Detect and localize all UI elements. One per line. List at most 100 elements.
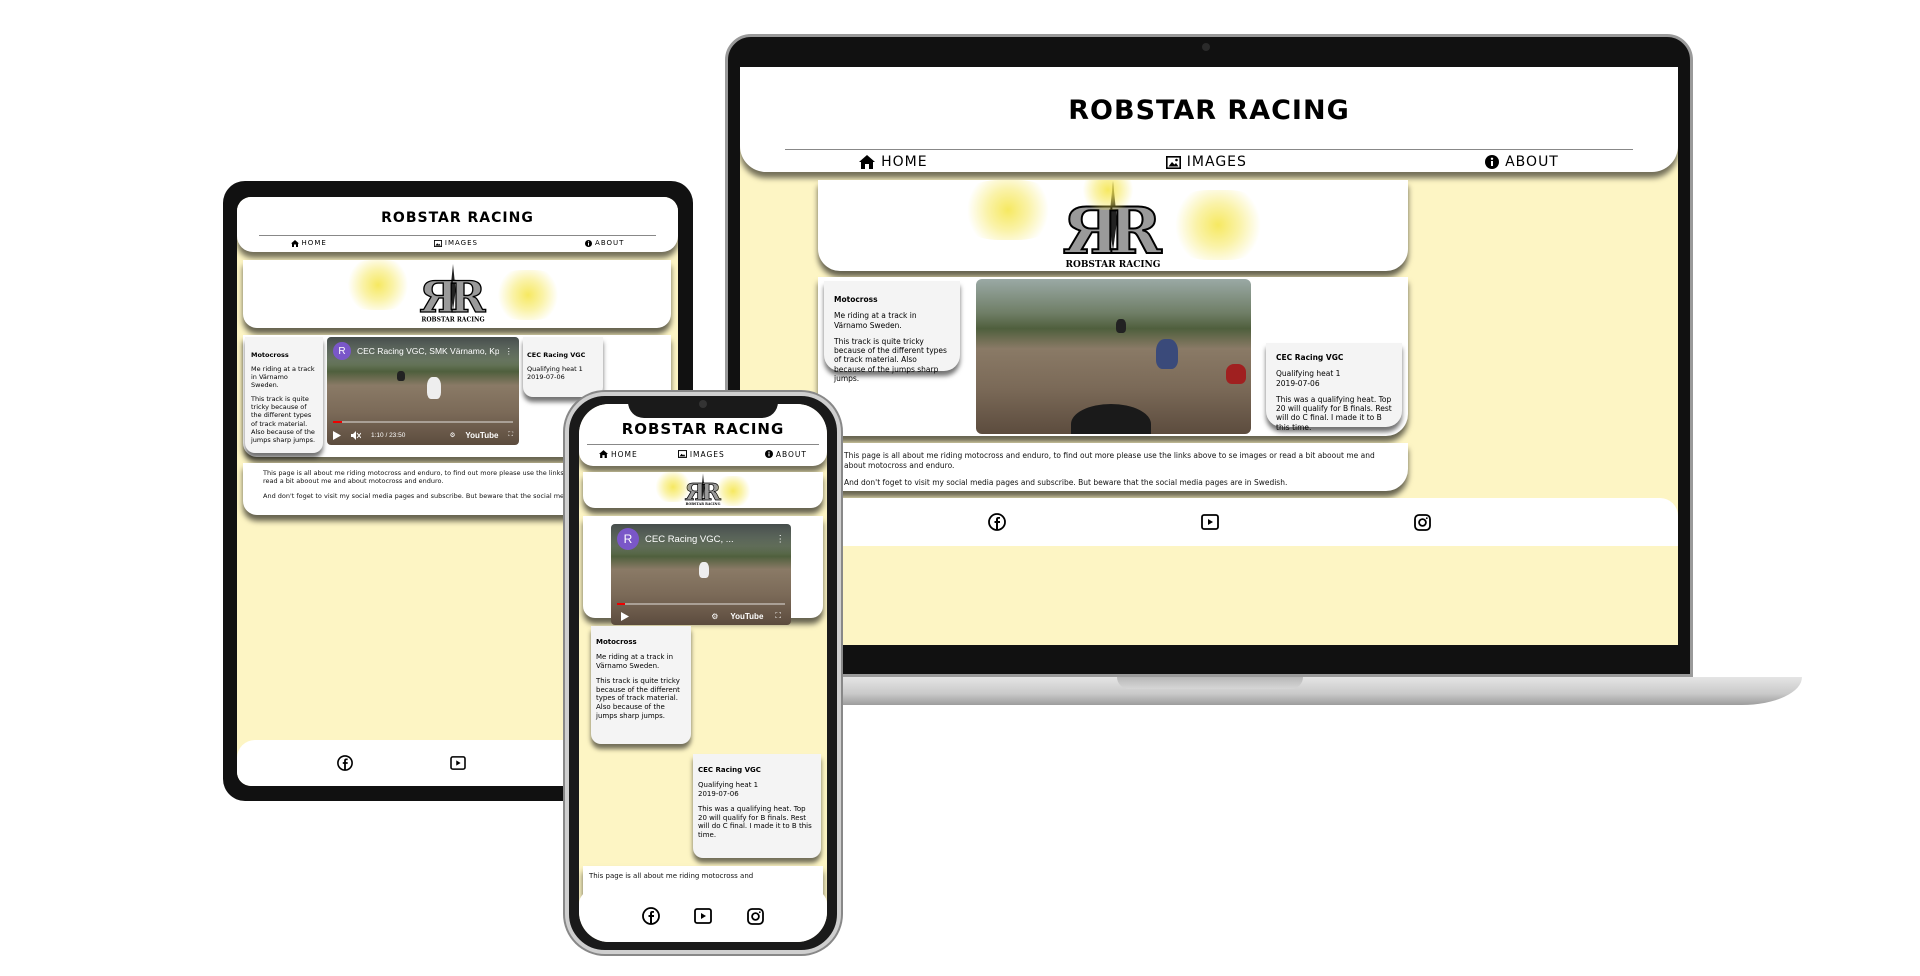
header-divider [587,444,819,445]
nav-home[interactable]: HOME [859,154,927,170]
nav-images-label: IMAGES [444,239,478,247]
facebook-icon[interactable] [642,907,661,925]
race-desc: This was a qualifying heat. Top 20 will … [698,804,812,840]
logo-card: Я R ROBSTAR RACING [818,180,1408,271]
mute-icon[interactable] [351,430,361,440]
video-progress[interactable] [617,603,785,605]
intro-card: This page is all about me riding motocro… [818,443,1408,491]
info-icon [1485,155,1500,169]
instagram-icon[interactable] [1413,513,1431,531]
play-icon[interactable] [333,430,341,440]
header: ROBSTAR RACING HOME IMAGES ABOUT [237,197,678,252]
video-time: 1:10 / 23:50 [371,431,406,439]
nav-images-label: IMAGES [689,449,725,459]
logo-card: Я R ROBSTAR RACING [243,260,671,328]
youtube-video[interactable]: R CEC Racing VGC, SMK Värnamo, Kp... ⋮ 1… [327,337,519,445]
youtube-video[interactable]: R CEC Racing VGC, ... ⋮ ⚙ YouTube ⛶ [611,524,791,625]
svg-text:R: R [450,273,486,323]
youtube-brand[interactable]: YouTube [730,612,763,621]
nav-about[interactable]: ABOUT [585,239,624,247]
video-progress[interactable] [333,421,513,423]
nav-about[interactable]: ABOUT [764,449,807,459]
motocross-p1: Me riding at a track in Värnamo Sweden. [834,311,917,330]
info-icon [585,239,593,247]
facebook-icon[interactable] [987,513,1006,531]
header-divider [259,235,656,236]
facebook-icon[interactable] [337,755,353,771]
image-icon [1165,155,1181,169]
main-nav: HOME IMAGES ABOUT [579,448,827,460]
motocross-title: Motocross [251,351,289,359]
settings-icon[interactable]: ⚙ [450,431,456,439]
svg-text:ROBSTAR RACING: ROBSTAR RACING [421,316,484,323]
intro-p1: This page is all about me riding motocro… [844,451,1375,470]
fullscreen-icon[interactable]: ⛶ [775,611,781,621]
video-title[interactable]: CEC Racing VGC, SMK Värnamo, Kp... [357,346,499,356]
video-title-bar: R CEC Racing VGC, ... ⋮ [611,524,791,554]
motocross-p2: This track is quite tricky because of th… [251,395,316,444]
channel-avatar[interactable]: R [617,528,639,550]
footer [740,498,1678,546]
logo-card: Я R ROBSTAR RACING [583,472,823,508]
race-heat: Qualifying heat 1 [1276,369,1341,379]
nav-images-label: IMAGES [1186,154,1247,170]
motocross-card: Motocross Me riding at a track in Värnam… [245,337,323,453]
content-card: Motocross Me riding at a track in Värnam… [818,277,1408,436]
header: ROBSTAR RACING HOME IMAGES ABOUT [740,67,1678,172]
nav-images[interactable]: IMAGES [1165,154,1247,170]
site-title: ROBSTAR RACING [621,420,785,438]
motocross-p2: This track is quite tricky because of th… [596,676,680,720]
svg-text:ROBSTAR RACING: ROBSTAR RACING [1066,260,1161,270]
laptop-hinge-notch [1117,677,1303,689]
phone-frame: ROBSTAR RACING HOME IMAGES ABOUT Я R ROB… [565,392,841,954]
nav-home[interactable]: HOME [290,239,327,247]
nav-about[interactable]: ABOUT [1485,154,1559,170]
youtube-video[interactable] [976,279,1251,434]
nav-home-label: HOME [881,154,928,170]
play-icon[interactable] [621,611,629,621]
youtube-icon[interactable] [1200,514,1219,530]
nav-about-label: ABOUT [1505,154,1559,170]
home-icon [859,155,876,169]
youtube-brand[interactable]: YouTube [465,431,498,440]
race-card: CEC Racing VGC Qualifying heat 1 2019-07… [1266,343,1402,432]
race-title: CEC Racing VGC [1276,353,1344,362]
nav-about-label: ABOUT [595,239,625,247]
motocross-title: Motocross [834,295,878,304]
fullscreen-icon[interactable]: ⛶ [508,431,513,439]
race-heat: Qualifying heat 1 [527,364,583,373]
home-icon [599,450,609,458]
youtube-icon[interactable] [450,756,466,770]
nav-home[interactable]: HOME [599,450,638,459]
more-icon[interactable]: ⋮ [776,534,786,545]
race-title: CEC Racing VGC [698,766,761,774]
youtube-icon[interactable] [694,908,713,924]
robstar-logo: Я R ROBSTAR RACING [958,180,1268,271]
nav-about-label: ABOUT [775,449,807,459]
main-nav: HOME IMAGES ABOUT [740,153,1678,171]
instagram-icon[interactable] [746,907,764,925]
laptop-site: ROBSTAR RACING HOME IMAGES ABOUT Я R ROB… [740,67,1678,645]
video-controls: 1:10 / 23:50 ⚙ YouTube ⛶ [327,425,519,445]
phone-notch [628,396,778,418]
home-icon [290,239,299,247]
laptop-camera [1202,43,1210,51]
settings-icon[interactable]: ⚙ [711,612,718,621]
motocross-title: Motocross [596,638,637,646]
motocross-p1: Me riding at a track in Värnamo Sweden. [251,364,315,390]
race-title: CEC Racing VGC [527,351,586,359]
image-icon [677,450,687,458]
video-card: R CEC Racing VGC, ... ⋮ ⚙ YouTube ⛶ [583,516,823,625]
nav-images[interactable]: IMAGES [433,239,478,247]
channel-avatar[interactable]: R [333,342,351,360]
race-date: 2019-07-06 [1276,378,1320,388]
nav-images[interactable]: IMAGES [677,449,725,459]
race-desc: This was a qualifying heat. Top 20 will … [1276,394,1392,432]
video-title-bar: R CEC Racing VGC, SMK Värnamo, Kp... ⋮ [327,337,519,365]
race-card: CEC Racing VGC Qualifying heat 1 2019-07… [523,337,603,397]
video-title[interactable]: CEC Racing VGC, ... [645,534,770,545]
more-icon[interactable]: ⋮ [505,346,514,357]
site-title: ROBSTAR RACING [1068,95,1350,126]
race-card: CEC Racing VGC Qualifying heat 1 2019-07… [693,754,821,858]
nav-home-label: HOME [301,239,327,247]
